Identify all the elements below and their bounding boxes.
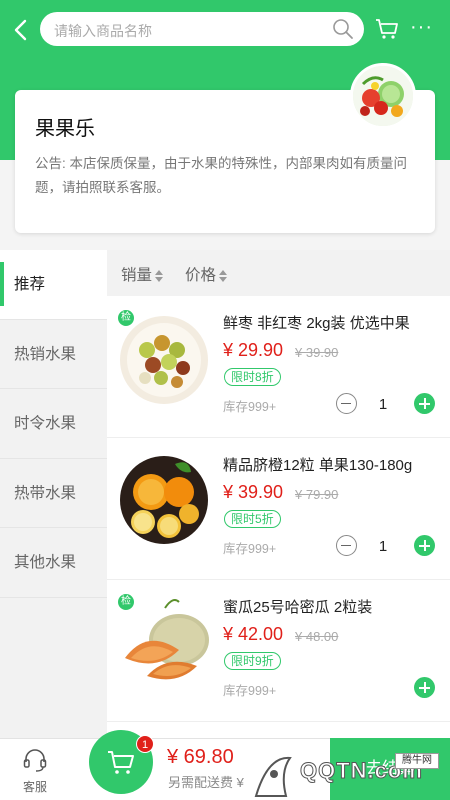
increase-quantity-button[interactable] (414, 393, 435, 414)
sort-by-price[interactable]: 价格 (185, 263, 228, 285)
product-price: ¥ 39.90 (223, 482, 284, 502)
product-price: ¥ 29.90 (223, 340, 284, 360)
category-menu: 推荐 热销水果 时令水果 热带水果 其他水果 (0, 250, 107, 738)
product-stock: 库存999+ (223, 542, 277, 556)
product-original-price: ¥ 79.90 (295, 487, 339, 502)
back-icon[interactable] (10, 18, 34, 42)
product-title[interactable]: 鲜枣 非红枣 2kg装 优选中果 (223, 312, 410, 333)
cart-count-badge: 1 (136, 735, 154, 753)
watermark-tag: 腾牛网 (395, 753, 439, 769)
inspected-badge-icon: 检 (118, 594, 134, 610)
sort-arrows-icon (219, 269, 228, 282)
product-list: 销量 价格 检 鲜枣 非红枣 2kg装 优选中果 ¥ 29.90 ¥ 39.90… (107, 250, 450, 738)
product-item[interactable]: 精品脐橙12粒 单果130-180g ¥ 39.90 ¥ 79.90 限时5折 … (107, 438, 450, 580)
discount-tag: 限时8折 (224, 368, 281, 386)
sort-sales-label: 销量 (121, 267, 153, 284)
discount-tag: 限时5折 (224, 510, 281, 528)
product-image-orange[interactable] (117, 452, 211, 546)
category-item-tropical[interactable]: 热带水果 (0, 459, 107, 528)
shop-name: 果果乐 (35, 118, 95, 140)
product-title[interactable]: 蜜瓜25号哈密瓜 2粒装 (223, 596, 372, 617)
category-item-other[interactable]: 其他水果 (0, 528, 107, 598)
shop-notice: 公告: 本店保质保量，由于水果的特殊性，内部果肉如有质量问题，请拍照联系客服。 (35, 156, 408, 195)
product-original-price: ¥ 48.00 (295, 629, 339, 644)
product-original-price: ¥ 39.90 (295, 345, 339, 360)
product-stock: 库存999+ (223, 684, 277, 698)
search-icon[interactable] (332, 18, 354, 40)
sort-bar: 销量 价格 (107, 250, 450, 296)
discount-tag: 限时9折 (224, 652, 281, 670)
search-bar[interactable]: 请输入商品名称 (40, 12, 364, 46)
category-item-hot[interactable]: 热销水果 (0, 320, 107, 389)
inspected-badge-icon: 检 (118, 310, 134, 326)
more-icon[interactable]: ··· (410, 17, 434, 42)
headset-icon (22, 747, 48, 773)
product-item[interactable]: 检 蜜瓜25号哈密瓜 2粒装 ¥ 42.00 ¥ 48.00 限时9折 库存99… (107, 580, 450, 722)
sort-by-sales[interactable]: 销量 (121, 263, 164, 285)
cart-icon (108, 751, 134, 774)
decrease-quantity-button[interactable] (336, 393, 357, 414)
category-item-seasonal[interactable]: 时令水果 (0, 389, 107, 459)
customer-service-label: 客服 (22, 780, 47, 794)
product-price: ¥ 42.00 (223, 624, 284, 644)
decrease-quantity-button[interactable] (336, 535, 357, 556)
product-quantity: 1 (378, 396, 388, 413)
delivery-fee-note: 另需配送费 ¥ (168, 775, 244, 790)
increase-quantity-button[interactable] (414, 677, 435, 698)
product-item[interactable]: 检 鲜枣 非红枣 2kg装 优选中果 ¥ 29.90 ¥ 39.90 限时8折 … (107, 296, 450, 438)
sort-arrows-icon (155, 269, 164, 282)
product-stock: 库存999+ (223, 400, 277, 414)
shop-logo (350, 63, 416, 129)
increase-quantity-button[interactable] (414, 535, 435, 556)
cart-icon[interactable] (375, 17, 399, 41)
search-placeholder: 请输入商品名称 (54, 23, 152, 39)
category-item-recommend[interactable]: 推荐 (0, 250, 107, 320)
product-title[interactable]: 精品脐橙12粒 单果130-180g (223, 454, 412, 475)
sort-price-label: 价格 (185, 267, 217, 284)
product-quantity: 1 (378, 538, 388, 555)
cart-total: ¥ 69.80 (167, 746, 234, 768)
customer-service-button[interactable]: 客服 (0, 739, 70, 800)
